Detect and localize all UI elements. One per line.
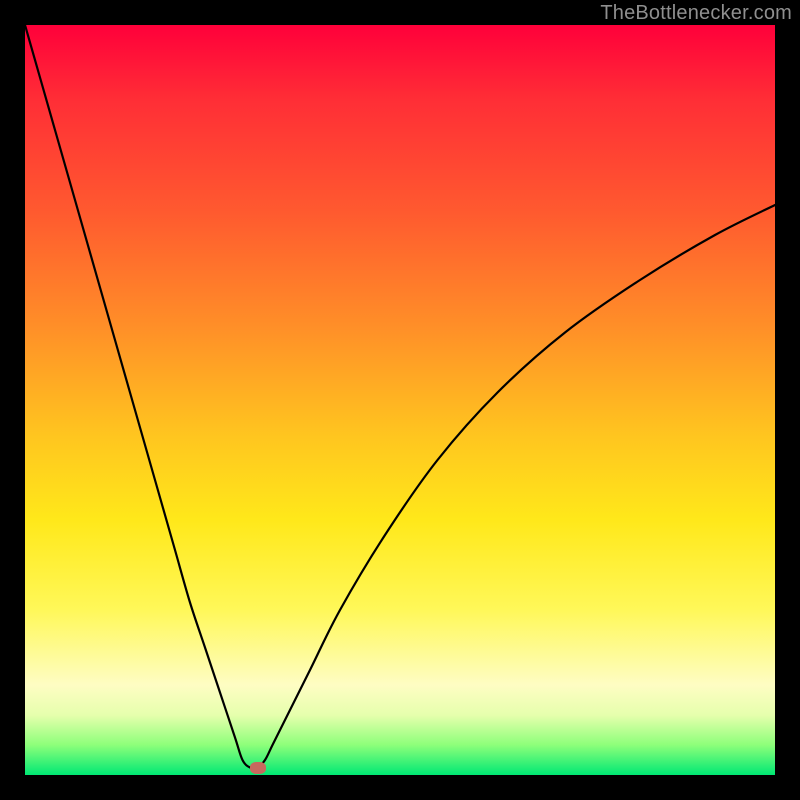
watermark-text: TheBottlenecker.com bbox=[600, 2, 792, 25]
gradient-background bbox=[25, 25, 775, 775]
chart-frame: TheBottlenecker.com bbox=[0, 0, 800, 800]
plot-area bbox=[25, 25, 775, 775]
